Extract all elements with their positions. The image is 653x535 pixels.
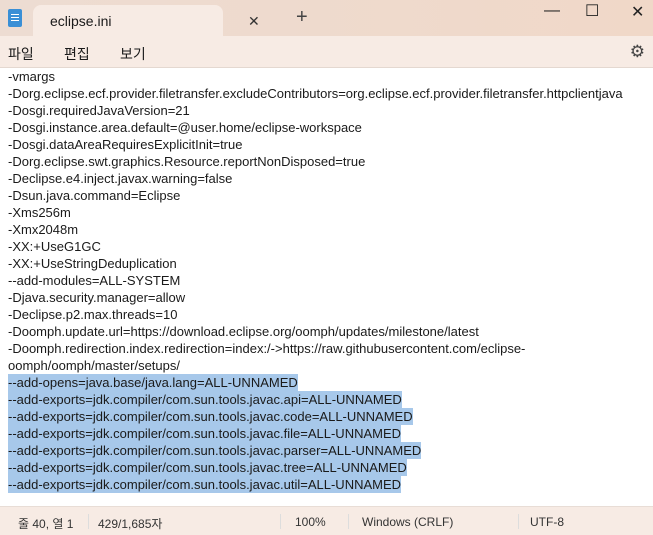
tab-title: eclipse.ini	[50, 13, 112, 29]
text-line: -vmargs	[8, 69, 55, 84]
menu-file[interactable]: 파일	[8, 44, 34, 64]
notepad-icon	[8, 9, 22, 27]
close-icon[interactable]: ✕	[248, 13, 260, 30]
text-line: -Declipse.e4.inject.javax.warning=false	[8, 171, 233, 186]
text-line: -Dorg.eclipse.ecf.provider.filetransfer.…	[8, 86, 623, 101]
divider	[348, 514, 349, 529]
tab-eclipse-ini[interactable]: eclipse.ini ✕	[33, 5, 260, 36]
text-line: -Dorg.eclipse.swt.graphics.Resource.repo…	[8, 154, 366, 169]
menu-edit[interactable]: 편집	[64, 44, 90, 64]
gear-icon[interactable]: ⚙	[630, 42, 645, 62]
close-window-icon[interactable]: ✕	[631, 2, 644, 22]
title-bar: eclipse.ini ✕ + — ☐ ✕	[0, 0, 653, 36]
text-line: --add-modules=ALL-SYSTEM	[8, 273, 181, 288]
text-line: --add-exports=jdk.compiler/com.sun.tools…	[8, 408, 413, 425]
divider	[518, 514, 519, 529]
text-line: -Dosgi.requiredJavaVersion=21	[8, 103, 190, 118]
divider	[88, 514, 89, 529]
plus-icon[interactable]: +	[296, 6, 308, 29]
char-count: 429/1,685자	[98, 517, 163, 531]
text-line: -Djava.security.manager=allow	[8, 290, 186, 305]
text-line: -Xms256m	[8, 205, 71, 220]
cursor-position: 줄 40, 열 1	[18, 517, 74, 531]
menu-view[interactable]: 보기	[120, 44, 146, 64]
text-line: -Dosgi.instance.area.default=@user.home/…	[8, 120, 362, 135]
text-line: --add-exports=jdk.compiler/com.sun.tools…	[8, 391, 402, 408]
text-line: -Doomph.redirection.index.redirection=in…	[8, 341, 526, 356]
text-line: -XX:+UseStringDeduplication	[8, 256, 177, 271]
text-line: --add-exports=jdk.compiler/com.sun.tools…	[8, 459, 407, 476]
text-line: -Dosgi.dataAreaRequiresExplicitInit=true	[8, 137, 243, 152]
minimize-icon[interactable]: —	[544, 2, 560, 20]
encoding[interactable]: UTF-8	[530, 515, 564, 529]
text-line: oomph/oomph/master/setups/	[8, 358, 180, 373]
zoom-level[interactable]: 100%	[295, 515, 326, 529]
menu-bar: 파일 편집 보기 ⚙	[0, 36, 653, 68]
text-editor[interactable]: -vmargs -Dorg.eclipse.ecf.provider.filetr…	[0, 68, 653, 506]
text-line: --add-exports=jdk.compiler/com.sun.tools…	[8, 425, 402, 442]
divider	[280, 514, 281, 529]
text-line: -Dsun.java.command=Eclipse	[8, 188, 181, 203]
text-line: -Xmx2048m	[8, 222, 79, 237]
line-ending[interactable]: Windows (CRLF)	[362, 515, 453, 529]
maximize-icon[interactable]: ☐	[585, 1, 599, 21]
text-line: -Declipse.p2.max.threads=10	[8, 307, 178, 322]
text-line: -XX:+UseG1GC	[8, 239, 101, 254]
text-line: --add-exports=jdk.compiler/com.sun.tools…	[8, 442, 422, 459]
text-line: --add-exports=jdk.compiler/com.sun.tools…	[8, 476, 402, 493]
text-line: --add-opens=java.base/java.lang=ALL-UNNA…	[8, 374, 298, 391]
status-bar: 줄 40, 열 1 429/1,685자 100% Windows (CRLF)…	[0, 506, 653, 535]
text-line: -Doomph.update.url=https://download.ecli…	[8, 324, 479, 339]
